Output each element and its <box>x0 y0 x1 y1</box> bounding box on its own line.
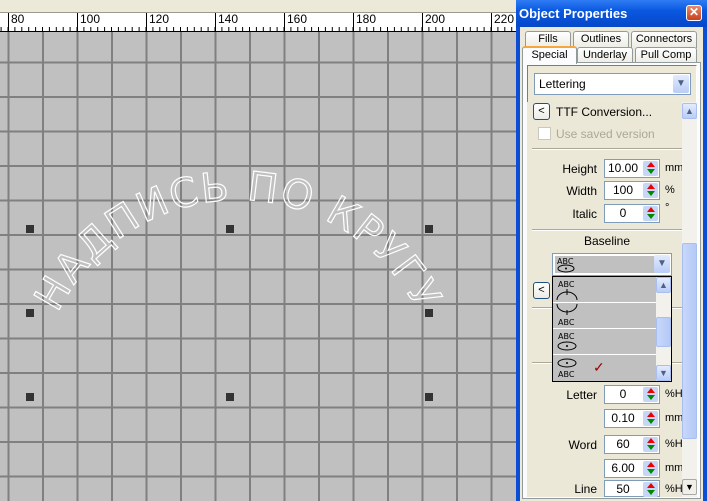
object-type-value: Lettering <box>539 77 586 91</box>
italic-label: Italic <box>572 207 597 221</box>
circular-text[interactable]: НАДПИСЬ ПО КРУГУ <box>26 163 450 318</box>
baseline-label: Baseline <box>583 234 631 248</box>
selection-handle[interactable] <box>26 309 34 317</box>
width-unit: % <box>665 184 675 196</box>
width-value: 100 <box>612 183 634 197</box>
svg-text:ABC: ABC <box>558 318 575 327</box>
object-properties-window: Object Properties ✕ Fills Outlines Conne… <box>516 0 707 501</box>
scroll-up-icon[interactable]: ▲ <box>682 103 697 119</box>
scroll-down-icon[interactable]: ▼ <box>656 365 671 381</box>
word-unit: %H <box>665 438 683 450</box>
letter-label: Letter <box>566 388 597 402</box>
word-label: Word <box>568 438 597 452</box>
italic-input[interactable]: 0 <box>604 204 660 223</box>
spinner-icon[interactable] <box>643 387 658 402</box>
height-label: Height <box>562 162 597 176</box>
tab-connectors[interactable]: Connectors <box>631 31 697 48</box>
scroll-thumb[interactable] <box>682 243 697 439</box>
selection-handle[interactable] <box>226 393 234 401</box>
chevron-down-icon[interactable]: ▼ <box>673 75 689 93</box>
ttf-conversion-label[interactable]: TTF Conversion... <box>556 105 652 119</box>
selection-handle[interactable] <box>26 225 34 233</box>
top-strip <box>0 0 516 13</box>
checkmark-icon: ✓ <box>593 359 605 375</box>
baseline-option[interactable]: ABC <box>553 329 656 355</box>
object-type-frame: Lettering ▼ <box>527 65 697 102</box>
baseline-option-selected[interactable]: ABC ✓ <box>553 355 656 381</box>
baseline-dropdown[interactable]: ABC ▼ <box>552 253 672 276</box>
line-value: 50 <box>616 482 630 496</box>
word-mm-unit: mm <box>665 462 684 474</box>
scroll-thumb[interactable] <box>656 317 671 347</box>
baseline-dropdown-list[interactable]: ABC ABC ABC ABC ✓ ▲ ▼ <box>552 276 672 382</box>
close-icon[interactable]: ✕ <box>686 5 702 21</box>
baseline-circle-cw-icon: ABC <box>557 332 577 351</box>
baseline-circle-ccw-icon: ABC <box>557 358 577 379</box>
baseline-arc-top-icon: ABC <box>556 280 578 301</box>
horizontal-ruler[interactable]: 80 100 120 140 160 180 200 220 <box>0 13 516 32</box>
object-type-dropdown[interactable]: Lettering ▼ <box>534 73 691 95</box>
width-input[interactable]: 100 <box>604 181 660 200</box>
baseline-expand-button[interactable]: < <box>533 282 550 299</box>
divider <box>532 148 682 150</box>
svg-text:ABC: ABC <box>558 370 575 379</box>
baseline-arc-bottom-icon: ABC <box>556 304 578 327</box>
spinner-icon[interactable] <box>643 461 658 476</box>
properties-scrollbar[interactable]: ▲ ▼ <box>682 102 697 497</box>
spinner-icon[interactable] <box>643 183 658 198</box>
window-title[interactable]: Object Properties <box>516 0 707 27</box>
line-input[interactable]: 50 <box>604 480 660 497</box>
spinner-icon[interactable] <box>643 161 658 176</box>
spinner-icon[interactable] <box>643 206 658 221</box>
ruler-ticks <box>0 27 513 31</box>
spinner-icon[interactable] <box>643 411 658 426</box>
selection-handle[interactable] <box>425 309 433 317</box>
height-input[interactable]: 10.00 <box>604 159 660 178</box>
letter-input[interactable]: 0 <box>604 385 660 404</box>
baseline-option[interactable]: ABC <box>553 277 656 303</box>
lettering-object[interactable]: НАДПИСЬ ПО КРУГУ <box>0 32 516 501</box>
baseline-selected: ABC <box>555 256 655 273</box>
scroll-up-icon[interactable]: ▲ <box>656 277 671 293</box>
use-saved-checkbox[interactable] <box>538 127 551 140</box>
scroll-down-icon[interactable]: ▼ <box>682 479 697 495</box>
chevron-down-icon[interactable]: ▼ <box>654 255 670 273</box>
line-unit: %H <box>665 483 683 495</box>
properties-scroll-area: < TTF Conversion... Use saved version He… <box>527 102 697 497</box>
word-input[interactable]: 60 <box>604 435 660 454</box>
selection-handle[interactable] <box>425 393 433 401</box>
svg-text:ABC: ABC <box>558 280 575 289</box>
tab-special[interactable]: Special <box>522 46 577 64</box>
baseline-circle-icon: ABC <box>557 257 575 273</box>
width-label: Width <box>566 184 597 198</box>
letter-value: 0 <box>619 387 627 401</box>
word-mm-input[interactable]: 6.00 <box>604 459 660 478</box>
use-saved-label: Use saved version <box>556 127 655 141</box>
italic-value: 0 <box>619 206 627 220</box>
selection-handle[interactable] <box>26 393 34 401</box>
divider <box>532 229 682 231</box>
word-mm-value: 6.00 <box>611 461 635 475</box>
letter-mm-input[interactable]: 0.10 <box>604 409 660 428</box>
spinner-icon[interactable] <box>643 437 658 452</box>
word-value: 60 <box>616 437 630 451</box>
ttf-expand-button[interactable]: < <box>533 103 550 120</box>
height-value: 10.00 <box>607 161 639 175</box>
letter-mm-unit: mm <box>665 412 684 424</box>
line-label: Line <box>574 482 597 496</box>
baseline-option[interactable]: ABC <box>553 303 656 329</box>
selection-handle[interactable] <box>226 225 234 233</box>
tab-outlines[interactable]: Outlines <box>573 31 629 48</box>
height-unit: mm <box>665 162 684 174</box>
letter-unit: %H <box>665 388 683 400</box>
dropdown-scrollbar[interactable]: ▲ ▼ <box>656 277 671 381</box>
spinner-icon[interactable] <box>643 482 658 497</box>
letter-mm-value: 0.10 <box>611 411 635 425</box>
svg-text:ABC: ABC <box>558 332 575 341</box>
italic-unit: ° <box>665 202 670 214</box>
selection-handle[interactable] <box>425 225 433 233</box>
window-body: Fills Outlines Connectors Special Underl… <box>520 27 703 501</box>
design-canvas[interactable]: НАДПИСЬ ПО КРУГУ <box>0 32 516 501</box>
